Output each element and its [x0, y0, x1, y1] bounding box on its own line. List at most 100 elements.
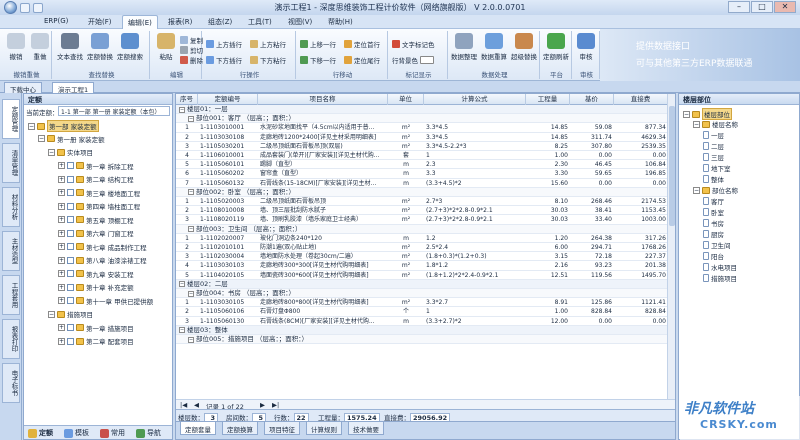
cell-price[interactable]: 294.71 [570, 243, 614, 252]
expand-toggle-icon[interactable]: − [693, 186, 700, 194]
cell-formula[interactable]: 1.2 [424, 234, 526, 243]
cell-total[interactable]: 317.26 [614, 234, 668, 243]
cell-code[interactable]: 1-1105060106 [198, 307, 258, 316]
table-row[interactable]: 2 1-1108010008 墙、顶三层批刮防水腻子 m² (2.7+3)*2*2.8-… [176, 206, 668, 216]
cell-name[interactable]: 墙面瓷砖300*600[详见主材代购明细表] [258, 271, 388, 280]
cell-total[interactable]: 0.00 [614, 179, 668, 188]
cell-total[interactable]: 201.38 [614, 261, 668, 270]
tree-node[interactable]: + 第二章 结构工程 [58, 174, 134, 184]
cell-total[interactable]: 2174.53 [614, 197, 668, 206]
tree-node[interactable]: − 部位名称 [693, 185, 738, 195]
cell-total[interactable]: 877.34 [614, 123, 668, 132]
expand-toggle-icon[interactable]: − [28, 122, 35, 130]
cell-qty[interactable]: 15.60 [526, 179, 570, 188]
expand-toggle-icon[interactable]: − [693, 120, 700, 128]
node-checkbox[interactable] [67, 175, 74, 183]
tab-quota-convert[interactable]: 定额换算 [222, 422, 258, 435]
group-row[interactable]: − 楼层01：一层 [176, 105, 668, 115]
cell-code[interactable]: 1-1103030103 [198, 261, 258, 270]
table-row[interactable]: 3 1-1102030004 墙地面防水处理（卷起30cm/二遍） m² (1.8+0.… [176, 252, 668, 262]
cell-price[interactable]: 59.08 [570, 123, 614, 132]
side-tab-e-tender[interactable]: 电子标书 [2, 363, 20, 403]
expand-toggle-icon[interactable]: + [58, 175, 65, 183]
node-checkbox[interactable] [67, 216, 74, 223]
cell-n[interactable]: 2 [176, 243, 198, 252]
side-tab-bill[interactable]: 清单管理 [2, 143, 20, 183]
expand-toggle-icon[interactable]: − [179, 281, 185, 288]
node-checkbox[interactable] [67, 337, 74, 345]
table-row[interactable]: 3 1-1108020119 墙、顶刷乳胶漆（墙乐家庭卫士经典） m² (2.7+3)*… [176, 215, 668, 225]
cell-n[interactable]: 3 [176, 317, 198, 326]
cell-qty[interactable]: 14.85 [526, 133, 570, 142]
cell-name[interactable]: 石膏线条(8CM)[厂家安装][详见主材代购... [258, 317, 388, 326]
tree-node[interactable]: + 第六章 门窗工程 [58, 228, 134, 238]
group-row[interactable]: − 部位004：书房 （层高：；面积：） [176, 289, 668, 299]
menu-report[interactable]: 报表(R) [168, 17, 192, 27]
side-tab-project-apply[interactable]: 工程套用 [2, 275, 20, 315]
nav-last-icon[interactable]: ▶| [272, 401, 279, 409]
cell-total[interactable]: 1153.45 [614, 206, 668, 215]
tree-node[interactable]: − 第一部 家装定额 [28, 120, 99, 132]
expand-toggle-icon[interactable]: + [58, 297, 65, 304]
tree-node[interactable]: − 第一册 家装定额 [38, 134, 105, 144]
table-row[interactable]: 1 1-1103030105 走廊地砖800*800[详见主材代购明细表] m² 3.3… [176, 298, 668, 308]
cell-qty[interactable]: 12.00 [526, 317, 570, 326]
row-bg-button[interactable]: 行背景色 [392, 55, 434, 65]
cell-qty[interactable]: 12.51 [526, 271, 570, 280]
cell-price[interactable]: 125.86 [570, 298, 614, 307]
cell-qty[interactable]: 8.25 [526, 142, 570, 151]
node-checkbox[interactable] [67, 162, 74, 169]
data-tidy-button[interactable]: 数据整理 [450, 33, 478, 61]
cell-formula[interactable]: (3.3+4.5)*2 [424, 179, 526, 188]
cell-code[interactable]: 1-1106010001 [198, 151, 258, 160]
cell-n[interactable]: 4 [176, 261, 198, 270]
cell-code[interactable]: 1-1105060130 [198, 317, 258, 326]
table-row[interactable]: 3 1-1105060130 石膏线条(8CM)[厂家安装][详见主材代购... m(… [176, 317, 668, 326]
tree-node[interactable]: 地下室 [703, 163, 731, 173]
cell-formula[interactable]: 1 [424, 151, 526, 160]
table-row[interactable]: 1 1-1102020007 玻化门洞边条240*120 m 1.2 1.20 264.38… [176, 234, 668, 243]
cell-total[interactable]: 1495.70 [614, 271, 668, 280]
cell-code[interactable]: 1-1105060202 [198, 169, 258, 178]
cell-formula[interactable]: (1.8+1.2)*2*2.4-0.9*2.1 [424, 271, 526, 280]
cell-qty[interactable]: 30.03 [526, 206, 570, 215]
column-header[interactable]: 序号 [176, 94, 198, 105]
cell-qty[interactable]: 1.20 [526, 234, 570, 243]
cell-price[interactable]: 264.38 [570, 234, 614, 243]
audit-button[interactable]: 审核 [574, 33, 598, 61]
cell-qty[interactable]: 6.00 [526, 243, 570, 252]
cell-name[interactable]: 走廊地砖300*300[详见主材代购明细表] [258, 261, 388, 270]
cell-n[interactable]: 5 [176, 160, 198, 169]
cell-price[interactable]: 0.00 [570, 317, 614, 326]
cell-name[interactable]: 墙、顶三层批刮防水腻子 [258, 206, 388, 215]
cell-formula[interactable]: 1 [424, 307, 526, 316]
cell-formula[interactable]: 2.3 [424, 160, 526, 169]
cell-code[interactable]: 1-1103010001 [198, 123, 258, 132]
side-tab-main-material[interactable]: 主材造型 [2, 231, 20, 271]
group-row[interactable]: − 楼层03：整体 [176, 325, 668, 335]
tree-node[interactable]: + 第一章 拆除工程 [58, 161, 134, 171]
cell-qty[interactable]: 1.00 [526, 151, 570, 160]
delete-button[interactable]: 删除 [180, 55, 203, 65]
cell-total[interactable]: 4629.34 [614, 133, 668, 142]
node-checkbox[interactable] [67, 229, 74, 237]
cell-qty[interactable]: 1.00 [526, 307, 570, 316]
tree-node[interactable]: 一层 [703, 130, 724, 140]
cell-unit[interactable]: m² [388, 215, 424, 224]
cell-unit[interactable]: m [388, 317, 424, 326]
cell-code[interactable]: 1-1102020007 [198, 234, 258, 243]
tree-node[interactable]: + 第十章 补充定额 [58, 282, 134, 292]
cell-name[interactable]: 成品套装门(单开)[厂家安装][详见主材代购... [258, 151, 388, 160]
cell-formula[interactable]: (1.8+0.3)*(1.2+0.3) [424, 252, 526, 261]
text-find-button[interactable]: 文本查找 [56, 33, 84, 61]
expand-toggle-icon[interactable]: + [58, 270, 65, 277]
move-down-button[interactable]: 下移一行 [300, 55, 336, 65]
cell-unit[interactable]: m² [388, 261, 424, 270]
cell-unit[interactable]: m [388, 234, 424, 243]
bottom-tab-quota[interactable]: 定额 [28, 428, 53, 438]
cell-n[interactable]: 1 [176, 123, 198, 132]
cell-total[interactable]: 1003.00 [614, 215, 668, 224]
cell-total[interactable]: 196.85 [614, 169, 668, 178]
group-row[interactable]: − 部位003：卫生间 （层高：；面积：） [176, 224, 668, 234]
expand-toggle-icon[interactable]: − [179, 106, 185, 113]
